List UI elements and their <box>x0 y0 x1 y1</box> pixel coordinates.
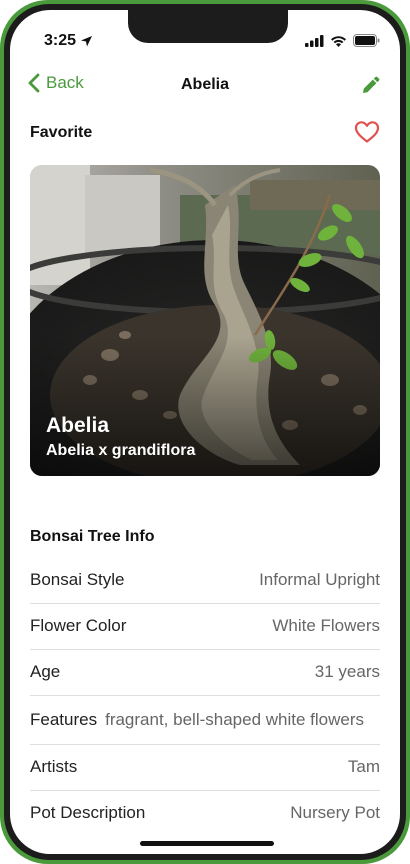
section-title-bonsai-info: Bonsai Tree Info <box>30 528 155 545</box>
info-row-age: Age 31 years <box>30 650 380 696</box>
favorite-label: Favorite <box>30 124 93 141</box>
bonsai-photo-card[interactable]: Abelia Abelia x grandiflora <box>30 165 380 476</box>
bonsai-scientific-name: Abelia x grandiflora <box>46 442 196 459</box>
bonsai-info-list: Bonsai Style Informal Upright Flower Col… <box>30 558 380 836</box>
info-key: Artists <box>30 757 78 776</box>
navigation-bar: Back Abelia <box>10 65 400 105</box>
info-key: Pot Description <box>30 803 146 822</box>
info-row-flower-color: Flower Color White Flowers <box>30 604 380 650</box>
home-indicator[interactable] <box>140 841 274 846</box>
heart-outline-icon <box>354 121 380 143</box>
info-row-features: Features fragrant, bell-shaped white flo… <box>30 696 380 745</box>
page-title: Abelia <box>180 76 229 93</box>
status-time: 3:25 <box>44 32 93 50</box>
app-screen: 3:25 Back Abelia Favorite Abelia Abelia … <box>10 10 400 854</box>
info-value: Tam <box>347 757 380 776</box>
info-key: Flower Color <box>30 616 127 635</box>
status-time-text: 3:25 <box>44 32 77 49</box>
info-value: Informal Upright <box>259 570 380 589</box>
favorite-row: Favorite <box>30 118 380 148</box>
info-value: 31 years <box>314 662 380 681</box>
info-value: White Flowers <box>272 616 380 635</box>
pencil-icon <box>363 76 380 93</box>
info-value: Nursery Pot <box>290 803 380 822</box>
status-icons <box>305 34 380 47</box>
favorite-toggle[interactable] <box>354 120 380 149</box>
device-frame: 3:25 Back Abelia Favorite Abelia Abelia … <box>0 0 410 864</box>
location-arrow-icon <box>81 35 93 46</box>
bonsai-title-overlay: Abelia Abelia x grandiflora <box>46 414 195 460</box>
wifi-icon <box>331 35 346 47</box>
bonsai-common-name: Abelia <box>46 414 110 437</box>
info-key: Age <box>30 662 61 681</box>
battery-icon <box>353 34 380 47</box>
info-value: fragrant, bell-shaped white flowers <box>105 710 365 729</box>
cellular-signal-icon <box>305 34 324 47</box>
info-key: Features <box>30 710 98 729</box>
info-key: Bonsai Style <box>30 570 125 589</box>
info-row-bonsai-style: Bonsai Style Informal Upright <box>30 558 380 604</box>
device-notch <box>128 10 288 43</box>
edit-button[interactable] <box>360 74 382 101</box>
info-row-pot-description: Pot Description Nursery Pot <box>30 791 380 836</box>
info-row-artists: Artists Tam <box>30 745 380 791</box>
device-bezel: 3:25 Back Abelia Favorite Abelia Abelia … <box>4 4 406 860</box>
